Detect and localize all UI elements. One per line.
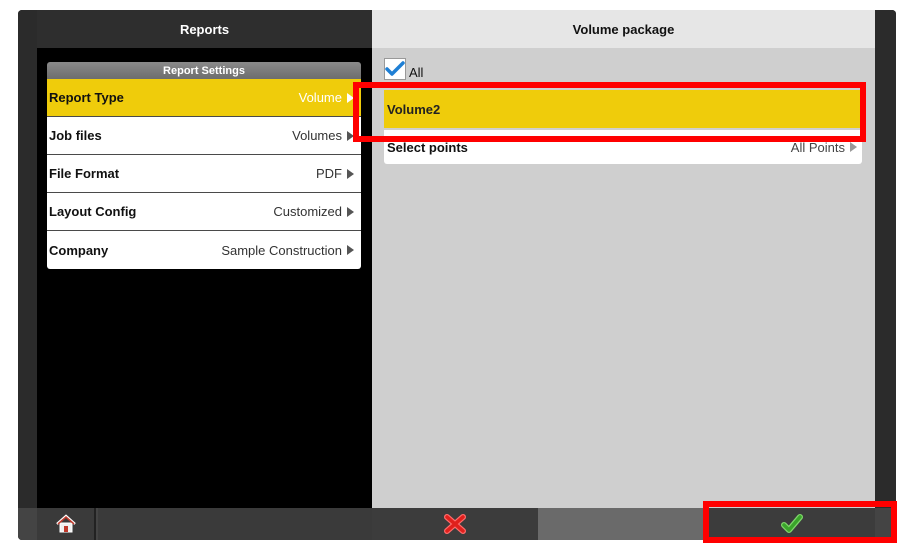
home-button[interactable] [37, 508, 96, 540]
select-all-row: All [384, 58, 423, 80]
volume-package-title: Volume package [372, 10, 875, 48]
chevron-right-icon [850, 142, 857, 152]
reports-title: Reports [37, 10, 372, 48]
job-files-row[interactable]: Job files Volumes [47, 117, 361, 155]
right-edge-strip [875, 10, 896, 540]
row-value: PDF [316, 166, 342, 181]
row-value: Customized [273, 204, 342, 219]
report-settings-title: Report Settings [47, 62, 361, 79]
row-label: Job files [49, 128, 102, 143]
select-all-checkbox[interactable] [384, 58, 406, 80]
chevron-right-icon [347, 168, 354, 179]
home-icon [55, 514, 76, 533]
file-format-row[interactable]: File Format PDF [47, 155, 361, 193]
chevron-right-icon [347, 206, 354, 217]
select-points-value: All Points [790, 139, 845, 155]
confirm-button[interactable] [708, 508, 875, 540]
row-label: Company [49, 242, 109, 258]
select-points-row[interactable]: Select points All Points [384, 130, 862, 164]
bottom-middle-button[interactable] [538, 508, 708, 540]
app-screen: Reports Report Settings Report Type Volu… [18, 10, 896, 540]
chevron-right-icon [347, 130, 354, 141]
row-label: File Format [49, 166, 120, 181]
reports-panel: Reports Report Settings Report Type Volu… [37, 10, 372, 508]
cancel-x-icon [444, 514, 466, 534]
row-label: Layout Config [49, 204, 137, 219]
row-value: Volume [298, 90, 342, 105]
company-row[interactable]: Company Sample Construction [47, 231, 361, 269]
checkmark-icon [385, 61, 405, 76]
report-settings-list: Report Settings Report Type Volume Job f… [47, 62, 361, 269]
volume-package-item[interactable]: Volume2 [384, 90, 862, 128]
row-label: Report Type [49, 90, 124, 105]
checkmark-icon [780, 514, 803, 533]
layout-config-row[interactable]: Layout Config Customized [47, 193, 361, 231]
volume-package-panel: Volume package All Volume2 Select points… [372, 10, 875, 508]
cancel-button[interactable] [372, 508, 538, 540]
chevron-right-icon [347, 92, 354, 103]
report-type-row[interactable]: Report Type Volume [47, 79, 361, 117]
row-value: Sample Construction [221, 242, 342, 258]
row-value: Volumes [292, 128, 342, 143]
left-edge-strip [18, 10, 37, 540]
select-points-label: Select points [387, 139, 468, 155]
select-all-label: All [409, 65, 424, 80]
bottom-left-bar [98, 508, 372, 540]
chevron-right-icon [347, 245, 354, 255]
